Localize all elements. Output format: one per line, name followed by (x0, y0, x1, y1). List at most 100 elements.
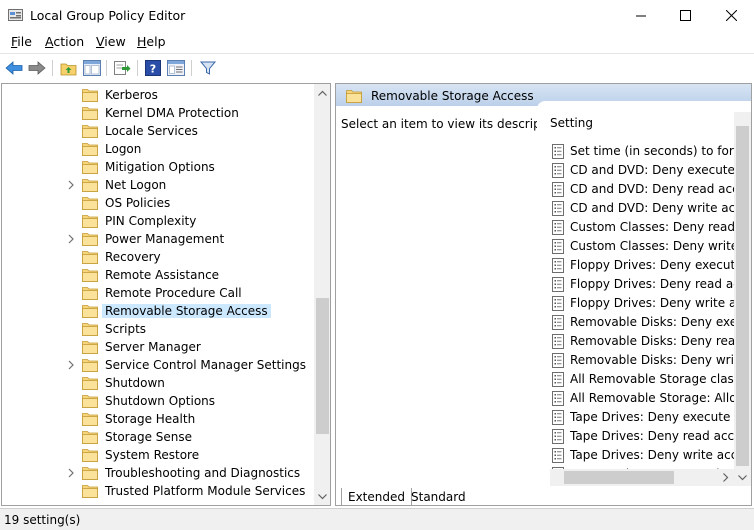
properties-button[interactable] (166, 58, 186, 78)
tree-item[interactable]: Kernel DMA Protection (2, 104, 314, 122)
tree-item[interactable]: Trusted Platform Module Services (2, 482, 314, 500)
toolbar-separator (137, 60, 138, 76)
tree-item[interactable]: Service Control Manager Settings (2, 356, 314, 374)
properties-icon (167, 60, 185, 76)
toolbar: ? (0, 53, 754, 81)
setting-row[interactable]: CD and DVD: Deny write access (551, 199, 751, 218)
tab-standard[interactable]: Standard (405, 488, 472, 506)
tree-item[interactable]: Troubleshooting and Diagnostics (2, 464, 314, 482)
policy-setting-icon (551, 410, 565, 425)
setting-row[interactable]: All Removable Storage: Allow direct acce… (551, 389, 751, 408)
up-one-level-button[interactable] (58, 58, 78, 78)
tree-item-label: Shutdown (105, 376, 165, 390)
settings-hscroll-thumb[interactable] (564, 471, 674, 484)
folder-icon (82, 124, 98, 138)
setting-label: CD and DVD: Deny execute access (570, 163, 751, 177)
menu-action[interactable]: Action (45, 34, 84, 49)
show-hide-console-tree-button[interactable] (82, 58, 102, 78)
setting-row[interactable]: Removable Disks: Deny execute access (551, 313, 751, 332)
setting-row[interactable]: Set time (in seconds) to force reboot (551, 142, 751, 161)
tree-item[interactable]: Removable Storage Access (2, 302, 314, 320)
tree-item-label: System Restore (105, 448, 200, 462)
forward-arrow-icon (28, 61, 46, 75)
tree-item[interactable]: OS Policies (2, 194, 314, 212)
setting-row[interactable]: CD and DVD: Deny execute access (551, 161, 751, 180)
setting-row[interactable]: Floppy Drives: Deny read access (551, 275, 751, 294)
tree-item-label: Removable Storage Access (102, 304, 271, 318)
tree-item[interactable]: Shutdown Options (2, 392, 314, 410)
tree-item[interactable]: Scripts (2, 320, 314, 338)
folder-icon (82, 304, 98, 318)
tree-item[interactable]: Shutdown (2, 374, 314, 392)
chevron-right-icon[interactable] (66, 359, 76, 371)
minimize-button[interactable] (618, 0, 664, 31)
setting-row[interactable]: Custom Classes: Deny read access (551, 218, 751, 237)
tree-item[interactable]: PIN Complexity (2, 212, 314, 230)
tree-item[interactable]: Mitigation Options (2, 158, 314, 176)
tree-scroll-up-button[interactable] (314, 84, 330, 101)
setting-row[interactable]: Floppy Drives: Deny execute access (551, 256, 751, 275)
setting-row[interactable]: Tape Drives: Deny write access (551, 446, 751, 465)
tree-item-label: Recovery (105, 250, 161, 264)
setting-label: Tape Drives: Deny read access (570, 429, 752, 443)
folder-icon (82, 286, 98, 300)
tree-item[interactable]: Locale Services (2, 122, 314, 140)
tree-scroll-down-button[interactable] (314, 488, 330, 505)
menu-help[interactable]: Help (137, 34, 166, 49)
policy-setting-icon (551, 163, 565, 178)
tree-item[interactable]: Server Manager (2, 338, 314, 356)
tree-item[interactable]: Recovery (2, 248, 314, 266)
tree-item[interactable]: Power Management (2, 230, 314, 248)
chevron-right-icon[interactable] (66, 233, 76, 245)
menu-file[interactable]: File (11, 34, 32, 49)
tree-item[interactable]: Remote Assistance (2, 266, 314, 284)
setting-label: Floppy Drives: Deny write access (570, 296, 752, 310)
tree-vertical-scrollbar[interactable] (314, 84, 330, 505)
folder-icon (82, 178, 98, 192)
settings-vertical-scrollbar[interactable] (734, 112, 751, 486)
tab-extended[interactable]: Extended (341, 488, 412, 506)
filter-button[interactable] (198, 58, 218, 78)
tree-scroll-thumb[interactable] (316, 298, 329, 434)
setting-row[interactable]: All Removable Storage classes: Deny all … (551, 370, 751, 389)
settings-scroll-down-button[interactable] (734, 469, 751, 486)
folder-icon (82, 322, 98, 336)
setting-row[interactable]: Custom Classes: Deny write access (551, 237, 751, 256)
tree-item[interactable]: Kerberos (2, 86, 314, 104)
setting-row[interactable]: Tape Drives: Deny read access (551, 427, 751, 446)
back-button[interactable] (4, 58, 24, 78)
policy-setting-icon (551, 448, 565, 463)
forward-button[interactable] (27, 58, 47, 78)
tree-item[interactable]: Logon (2, 140, 314, 158)
setting-row[interactable]: CD and DVD: Deny read access (551, 180, 751, 199)
tree-item[interactable]: Remote Procedure Call (2, 284, 314, 302)
setting-row[interactable]: Removable Disks: Deny read access (551, 332, 751, 351)
settings-horizontal-scrollbar[interactable] (550, 469, 734, 486)
setting-label: All Removable Storage classes: Deny all … (570, 372, 751, 386)
settings-scroll-right-button[interactable] (717, 469, 734, 486)
setting-row[interactable]: Tape Drives: Deny execute access (551, 408, 751, 427)
setting-label: Tape Drives: Deny execute access (570, 410, 751, 424)
folder-icon (82, 196, 98, 210)
tree-item[interactable]: Storage Health (2, 410, 314, 428)
menu-view-rest: iew (104, 34, 126, 49)
tree-item[interactable]: Storage Sense (2, 428, 314, 446)
tree-item-label: Remote Procedure Call (105, 286, 242, 300)
tree-item[interactable]: Net Logon (2, 176, 314, 194)
close-button[interactable] (708, 0, 754, 31)
settings-list: Setting Set time (in seconds) to force r… (537, 101, 751, 505)
tree-item[interactable]: System Restore (2, 446, 314, 464)
chevron-right-icon[interactable] (66, 467, 76, 479)
show-hide-tree-icon (83, 60, 101, 76)
help-button[interactable]: ? (143, 58, 163, 78)
chevron-right-icon[interactable] (66, 179, 76, 191)
setting-row[interactable]: Floppy Drives: Deny write access (551, 294, 751, 313)
setting-row[interactable]: Removable Disks: Deny write access (551, 351, 751, 370)
column-header-setting[interactable]: Setting (550, 116, 593, 130)
export-list-button[interactable] (112, 58, 132, 78)
folder-icon (82, 376, 98, 390)
menu-view[interactable]: View (96, 34, 126, 49)
view-tabs: Extended Standard (335, 488, 535, 507)
maximize-button[interactable] (662, 0, 708, 31)
settings-scroll-thumb[interactable] (736, 126, 749, 466)
